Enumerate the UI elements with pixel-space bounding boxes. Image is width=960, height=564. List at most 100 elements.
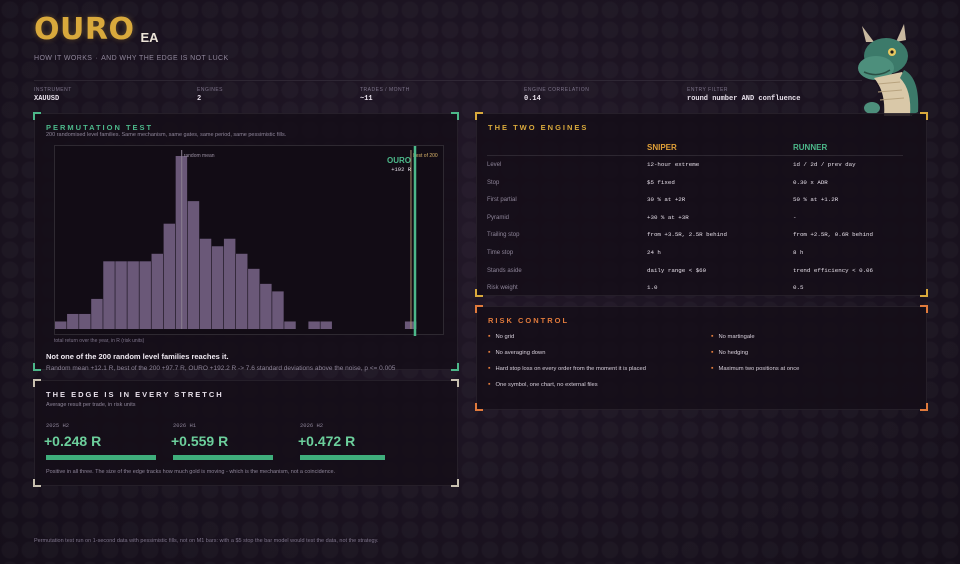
histogram-bar — [103, 261, 115, 329]
sniper-value: 30 % at +2R — [647, 196, 686, 204]
engine-row: Stop $5 fixed 0.30 x ADR — [487, 175, 903, 193]
corner-bracket — [33, 112, 41, 120]
sniper-column-header: SNIPER — [647, 143, 677, 152]
stat-label: ENGINE CORRELATION — [524, 87, 590, 93]
bullet-icon: ▪ — [488, 333, 491, 340]
edge-footer: Positive in all three. The size of the e… — [46, 469, 336, 475]
edge-panel: THE EDGE IS IN EVERY STRETCH Average res… — [33, 379, 459, 487]
stat-label: ENTRY FILTER — [687, 87, 729, 93]
permutation-subtitle: 200 randomised level families. Same mech… — [46, 132, 287, 138]
engine-row-label: Level — [487, 162, 502, 168]
edge-period-bar — [46, 455, 156, 460]
risk-item: ▪ One symbol, one chart, no external file… — [488, 381, 598, 388]
corner-bracket — [475, 289, 483, 297]
risk-item: ▪ Hard stop loss on every order from the … — [488, 365, 646, 372]
histogram-bar — [127, 261, 139, 329]
permutation-detail: Random mean +12.1 R, best of the 200 +97… — [46, 365, 396, 372]
histogram-bar — [223, 238, 236, 329]
corner-bracket — [920, 403, 928, 411]
dragon-mascot-icon — [858, 24, 919, 116]
engine-row-label: Trailing stop — [487, 232, 520, 239]
histogram-bar — [67, 313, 79, 329]
histogram-bar — [199, 238, 212, 329]
stat-value: ~11 — [360, 95, 373, 103]
header-divider — [487, 155, 903, 156]
engine-row-label: Stands aside — [487, 267, 522, 274]
corner-bracket — [920, 112, 928, 120]
corner-bracket — [33, 479, 41, 487]
histogram-bar — [308, 321, 320, 329]
stat-entry-filter: ENTRY FILTER round number AND confluence — [687, 87, 800, 103]
stats-bar: INSTRUMENT XAUUSD ENGINES 2 TRADES / MON… — [34, 80, 862, 104]
engine-row: First partial 30 % at +2R 50 % at +1.2R — [487, 192, 903, 210]
engine-row: Trailing stop from +3.5R, 2.5R behind from… — [487, 227, 903, 245]
bullet-icon: ▪ — [488, 365, 491, 372]
histogram-chart: random mean best of 200 OURO +192 R — [54, 145, 444, 336]
permutation-headline: Not one of the 200 random level families… — [46, 352, 229, 361]
engine-row: Level 12-hour extreme 1d / 2d / prev day — [487, 157, 903, 175]
runner-value: - — [793, 213, 797, 221]
risk-item-label: No martingale — [718, 334, 755, 340]
edge-period-label: 2026 H1 — [173, 422, 197, 429]
risk-item: ▪ No grid — [488, 333, 514, 340]
stat-instrument: INSTRUMENT XAUUSD — [34, 87, 72, 103]
risk-item-label: No hedging — [718, 350, 749, 356]
corner-bracket — [451, 112, 459, 120]
bullet-icon: ▪ — [711, 333, 714, 340]
histogram-axis-caption: total return over the year, in R (risk u… — [54, 338, 145, 344]
corner-bracket — [33, 379, 41, 387]
edge-subtitle: Average result per trade, in risk units — [46, 402, 136, 408]
sniper-value: 24 h — [647, 249, 661, 256]
sniper-value: from +3.5R, 2.5R behind — [647, 231, 728, 239]
histogram-svg: random mean best of 200OURO+192 R — [55, 146, 438, 336]
corner-bracket — [920, 305, 928, 313]
tagline-separator: · — [95, 55, 99, 62]
stat-label: TRADES / MONTH — [360, 87, 410, 93]
engine-row-label: First partial — [487, 197, 517, 204]
engine-row-label: Pyramid — [487, 214, 510, 221]
stat-value: 2 — [197, 95, 202, 103]
engine-row-label: Time stop — [487, 250, 514, 256]
runner-value: trend efficiency < 0.06 — [793, 266, 874, 274]
bullet-icon: ▪ — [711, 349, 714, 356]
engines-panel: THE TWO ENGINES SNIPER RUNNER Level 12-ho… — [475, 112, 928, 298]
stat-engines: ENGINES 2 — [197, 87, 223, 103]
stat-value: XAUUSD — [34, 95, 60, 103]
stat-label: INSTRUMENT — [34, 87, 72, 93]
risk-item: ▪ No averaging down — [488, 349, 545, 356]
engine-row-label: Risk weight — [487, 285, 518, 292]
histogram-bar — [79, 313, 91, 329]
corner-bracket — [451, 363, 459, 371]
engine-row: Time stop 24 h 8 h — [487, 245, 903, 263]
risk-item: ▪ Maximum two positions at once — [711, 365, 799, 372]
risk-item-label: One symbol, one chart, no external files — [495, 382, 598, 388]
risk-item-label: Maximum two positions at once — [718, 366, 800, 372]
engine-row: Risk weight 1.0 0.5 — [487, 280, 903, 298]
corner-bracket — [33, 363, 41, 371]
histogram-bar — [139, 261, 151, 329]
ouro-label: OURO — [387, 156, 411, 165]
edge-period-value: +0.248 R — [44, 433, 102, 449]
edge-period-label: 2025 H2 — [46, 422, 70, 429]
edge-title: THE EDGE IS IN EVERY STRETCH — [46, 390, 224, 399]
stat-label: ENGINES — [197, 87, 224, 93]
histogram-bar — [151, 253, 163, 329]
corner-bracket — [451, 379, 459, 387]
engine-row: Stands aside daily range < $60 trend effic… — [487, 263, 903, 281]
permutation-title: PERMUTATION TEST — [46, 123, 154, 132]
histogram-bar — [260, 283, 272, 329]
histogram-bar — [91, 298, 103, 329]
engines-title: THE TWO ENGINES — [488, 123, 589, 132]
histogram-bar — [163, 223, 176, 329]
footnote: Permutation test run on 1-second data wi… — [34, 538, 379, 544]
corner-bracket — [475, 112, 483, 120]
edge-period-value: +0.472 R — [298, 433, 356, 449]
sniper-value: 12-hour extreme — [647, 161, 700, 168]
bullet-icon: ▪ — [488, 381, 491, 388]
sniper-value: +30 % at +3R — [647, 213, 689, 221]
risk-title: RISK CONTROL — [488, 316, 570, 325]
risk-item-label: No grid — [495, 334, 515, 340]
marker-label: best of 200 — [413, 153, 438, 159]
histogram-bar — [284, 321, 296, 329]
risk-item: ▪ No martingale — [711, 333, 755, 340]
